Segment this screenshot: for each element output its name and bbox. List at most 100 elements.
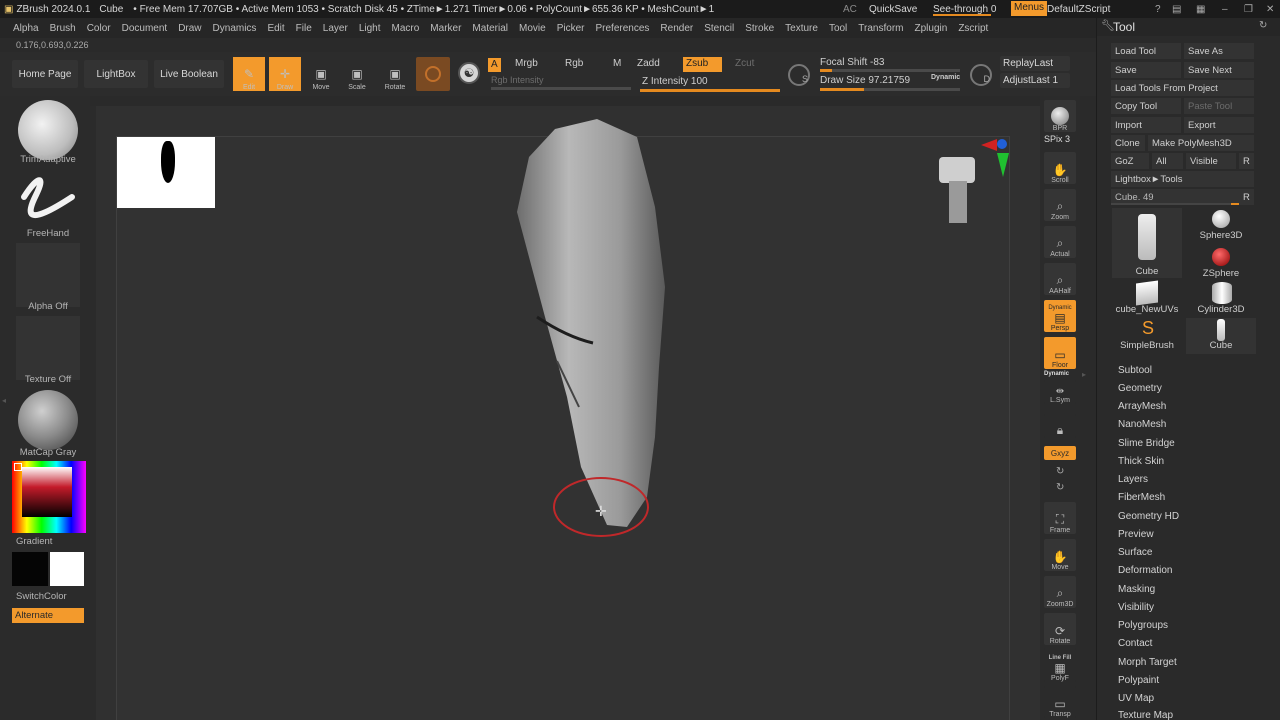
- adjust-last-slider[interactable]: AdjustLast 1: [1000, 73, 1070, 88]
- xyz-button[interactable]: Gxyz: [1044, 446, 1076, 460]
- draw-size-slider[interactable]: Draw Size 97.21759: [820, 75, 910, 86]
- subpalette-morph-target[interactable]: Morph Target: [1118, 657, 1177, 668]
- menu-transform[interactable]: Transform: [858, 23, 903, 34]
- cube-r-button[interactable]: R: [1239, 189, 1254, 205]
- dynamic-toggle[interactable]: Dynamic: [931, 74, 960, 81]
- color-square[interactable]: [22, 467, 72, 517]
- zsub-toggle[interactable]: Zsub: [683, 57, 723, 72]
- subpalette-uv-map[interactable]: UV Map: [1118, 693, 1154, 704]
- replay-last-button[interactable]: ReplayLast: [1000, 56, 1070, 71]
- transp-button[interactable]: ▭ Transp: [1044, 686, 1076, 718]
- draw-mode-button[interactable]: ✛ Draw: [269, 57, 301, 91]
- load-tool-button[interactable]: Load Tool: [1111, 43, 1181, 59]
- stroke-thumbnail[interactable]: [16, 171, 80, 235]
- maximize-icon[interactable]: ❐: [1244, 4, 1253, 15]
- rotate-mode-button[interactable]: ▣ Rotate: [379, 57, 411, 91]
- menus-button[interactable]: Menus: [1011, 1, 1048, 16]
- save-next-button[interactable]: Save Next: [1184, 62, 1254, 78]
- move-view-button[interactable]: ✋ Move: [1044, 539, 1076, 571]
- menu-render[interactable]: Render: [660, 23, 693, 34]
- alternate-toggle[interactable]: Alternate: [12, 608, 84, 623]
- lightbox-tools-button[interactable]: Lightbox►Tools: [1111, 171, 1254, 187]
- layout-icon[interactable]: ▤: [1172, 4, 1181, 15]
- actual-button[interactable]: ⌕ Actual: [1044, 226, 1076, 258]
- subpalette-contact[interactable]: Contact: [1118, 638, 1152, 649]
- subpalette-arraymesh[interactable]: ArrayMesh: [1118, 401, 1166, 412]
- tool-thumb-cylinder3d[interactable]: Cylinder3D: [1186, 282, 1256, 318]
- material-swatch-button[interactable]: [416, 57, 450, 91]
- tool-thumb-sphere3d[interactable]: Sphere3D: [1186, 208, 1256, 244]
- menu-preferences[interactable]: Preferences: [595, 23, 649, 34]
- menu-zplugin[interactable]: Zplugin: [915, 23, 948, 34]
- lock-button[interactable]: 🔒︎: [1044, 414, 1076, 438]
- menu-stroke[interactable]: Stroke: [745, 23, 774, 34]
- menu-edit[interactable]: Edit: [267, 23, 284, 34]
- goz-button[interactable]: GoZ: [1111, 153, 1149, 169]
- zcut-toggle[interactable]: Zcut: [735, 58, 754, 69]
- subpalette-polygroups[interactable]: Polygroups: [1118, 620, 1168, 631]
- subpalette-geometry[interactable]: Geometry: [1118, 383, 1162, 394]
- load-tools-from-project-button[interactable]: Load Tools From Project: [1111, 80, 1254, 96]
- z-intensity-slider[interactable]: Z Intensity 100: [642, 76, 708, 87]
- menu-draw[interactable]: Draw: [178, 23, 201, 34]
- menu-color[interactable]: Color: [87, 23, 111, 34]
- menu-light[interactable]: Light: [359, 23, 381, 34]
- menu-marker[interactable]: Marker: [430, 23, 461, 34]
- tool-thumb-zsphere[interactable]: ZSphere: [1186, 246, 1256, 282]
- navigation-gizmo[interactable]: [937, 157, 981, 227]
- mrgb-toggle[interactable]: Mrgb: [515, 58, 538, 69]
- frame-button[interactable]: ⛶ Frame: [1044, 502, 1076, 534]
- document-canvas[interactable]: ✛: [116, 119, 1010, 720]
- subpalette-geometry-hd[interactable]: Geometry HD: [1118, 511, 1179, 522]
- goz-all-button[interactable]: All: [1152, 153, 1183, 169]
- subpalette-layers[interactable]: Layers: [1118, 474, 1148, 485]
- menu-layer[interactable]: Layer: [323, 23, 348, 34]
- menu-stencil[interactable]: Stencil: [704, 23, 734, 34]
- rotate-view-button[interactable]: ⟳ Rotate: [1044, 613, 1076, 645]
- menu-texture[interactable]: Texture: [785, 23, 818, 34]
- menu-dynamics[interactable]: Dynamics: [213, 23, 257, 34]
- save-as-button[interactable]: Save As: [1184, 43, 1254, 59]
- lsym-button[interactable]: ⇹ L.Sym: [1044, 380, 1076, 404]
- rgb-intensity-slider[interactable]: Rgb Intensity: [491, 75, 544, 85]
- zoom3d-button[interactable]: ⌕ Zoom3D: [1044, 576, 1076, 608]
- dock-icon[interactable]: ▦: [1196, 4, 1205, 15]
- menu-movie[interactable]: Movie: [519, 23, 546, 34]
- minimize-icon[interactable]: –: [1222, 4, 1228, 15]
- brush-thumbnail[interactable]: [16, 98, 80, 162]
- rotate-axis2-icon[interactable]: ↻: [1056, 482, 1064, 493]
- switchcolor-button[interactable]: SwitchColor: [16, 591, 67, 602]
- menu-macro[interactable]: Macro: [392, 23, 420, 34]
- copy-tool-button[interactable]: Copy Tool: [1111, 98, 1181, 114]
- subpalette-thick-skin[interactable]: Thick Skin: [1118, 456, 1164, 467]
- tray-collapse-icon[interactable]: ◂: [2, 396, 6, 405]
- see-through-slider[interactable]: See-through 0: [933, 4, 996, 15]
- goz-r-button[interactable]: R: [1239, 153, 1254, 169]
- polyf-button[interactable]: Line Fill ▦ PolyF: [1044, 648, 1076, 682]
- subpalette-polypaint[interactable]: Polypaint: [1118, 675, 1159, 686]
- menu-alpha[interactable]: Alpha: [13, 23, 39, 34]
- move-mode-button[interactable]: ▣ Move: [305, 57, 337, 91]
- tool-thumb-cube-newuvs[interactable]: cube_NewUVs: [1112, 280, 1182, 318]
- subpalette-subtool[interactable]: Subtool: [1118, 365, 1152, 376]
- subpalette-visibility[interactable]: Visibility: [1118, 602, 1154, 613]
- export-button[interactable]: Export: [1184, 117, 1254, 133]
- goz-visible-button[interactable]: Visible: [1186, 153, 1236, 169]
- subpalette-surface[interactable]: Surface: [1118, 547, 1152, 558]
- persp-button[interactable]: Dynamic ▤ Persp: [1044, 300, 1076, 332]
- ac-label[interactable]: AC: [843, 4, 857, 15]
- palette-refresh-icon[interactable]: ↻: [1259, 20, 1267, 31]
- menu-tool[interactable]: Tool: [829, 23, 847, 34]
- material-thumbnail[interactable]: [16, 388, 80, 452]
- scale-mode-button[interactable]: ▣ Scale: [341, 57, 373, 91]
- subpalette-slime-bridge[interactable]: Slime Bridge: [1118, 438, 1175, 449]
- menu-picker[interactable]: Picker: [557, 23, 585, 34]
- menu-zscript[interactable]: Zscript: [958, 23, 988, 34]
- import-button[interactable]: Import: [1111, 117, 1181, 133]
- edit-mode-button[interactable]: ✎ Edit: [233, 57, 265, 91]
- lazy-mouse-d-icon[interactable]: D: [970, 64, 992, 86]
- quicksave-button[interactable]: QuickSave: [869, 4, 917, 15]
- menu-document[interactable]: Document: [122, 23, 168, 34]
- zadd-toggle[interactable]: Zadd: [637, 58, 660, 69]
- tool-thumb-cube-2[interactable]: Cube: [1186, 318, 1256, 354]
